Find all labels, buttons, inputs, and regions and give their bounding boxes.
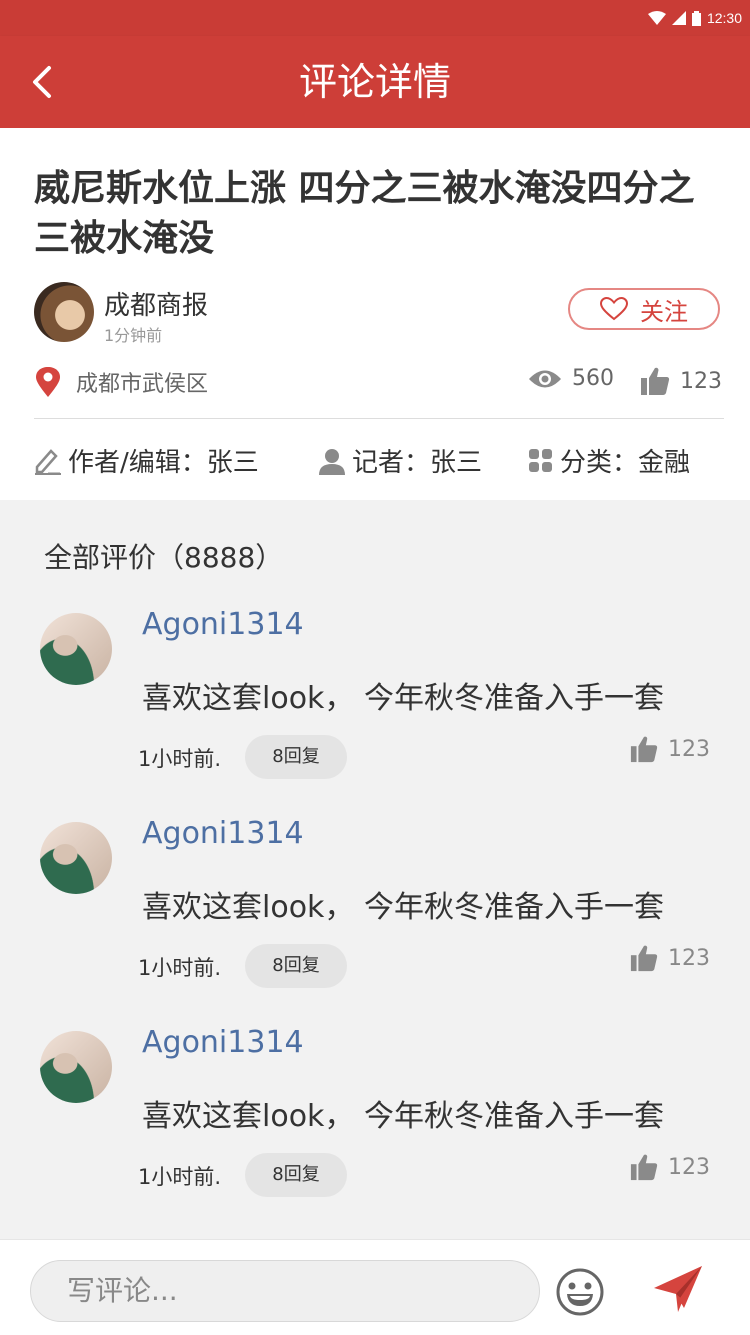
comment-time: 1小时前.	[138, 956, 222, 980]
thumbs-up-icon	[630, 945, 658, 972]
comment-input-bar: 写评论...	[0, 1239, 750, 1335]
eye-icon	[529, 370, 561, 387]
likes-count: 123	[680, 368, 722, 394]
location-pin-icon	[36, 367, 60, 397]
comments-section-title: 全部评价（8888）	[44, 541, 284, 574]
commenter-avatar[interactable]	[40, 613, 112, 685]
reply-count-button[interactable]: 8回复	[245, 944, 347, 988]
comment-text: 喜欢这套look， 今年秋冬准备入手一套	[142, 681, 664, 716]
follow-button[interactable]: 关注	[568, 288, 720, 330]
comment-like-button[interactable]: 123	[630, 1153, 710, 1181]
author-meta: 作者/编辑：张三	[34, 442, 259, 479]
user-icon	[319, 448, 345, 475]
comment-text: 喜欢这套look， 今年秋冬准备入手一套	[142, 890, 664, 925]
commenter-name[interactable]: Agoni1314	[142, 816, 304, 851]
reporter-meta: 记者：张三	[318, 442, 482, 479]
source-avatar[interactable]	[34, 282, 94, 342]
page-title: 评论详情	[298, 60, 451, 104]
views-count: 560	[572, 366, 614, 391]
thumbs-up-icon	[641, 367, 670, 395]
comment-text: 喜欢这套look， 今年秋冬准备入手一套	[142, 1099, 664, 1134]
divider	[34, 418, 724, 419]
likes-stat[interactable]: 123	[640, 366, 722, 396]
follow-label: 关注	[640, 297, 688, 326]
nav-bar: 评论详情	[0, 36, 750, 128]
commenter-avatar[interactable]	[40, 1031, 112, 1103]
comment-like-button[interactable]: 123	[630, 944, 710, 972]
comment-like-count: 123	[668, 945, 710, 971]
comment-item: Agoni1314 喜欢这套look， 今年秋冬准备入手一套 1小时前. 8回复…	[0, 1025, 750, 1231]
location-text: 成都市武侯区	[76, 372, 209, 397]
comment-like-count: 123	[668, 736, 710, 762]
comment-like-count: 123	[668, 1154, 710, 1180]
comment-time: 1小时前.	[138, 747, 222, 771]
location-row: 成都市武侯区 560 123	[34, 364, 724, 398]
category-meta: 分类：金融	[528, 442, 690, 479]
grid-icon	[529, 448, 552, 472]
article-header: 威尼斯水位上涨 四分之三被水淹没四分之三被水淹没 成都商报 1分钟前 关注 成都…	[0, 128, 750, 500]
thumbs-up-icon	[630, 736, 658, 763]
commenter-name[interactable]: Agoni1314	[142, 607, 304, 642]
thumbs-up-icon	[630, 1154, 658, 1181]
reply-count-button[interactable]: 8回复	[245, 735, 347, 779]
status-bar: 12:30	[0, 0, 750, 36]
article-meta-row: 作者/编辑：张三 记者：张三 分类：金融	[34, 442, 724, 480]
category-label: 分类：金融	[560, 448, 691, 478]
views-stat: 560	[528, 366, 614, 391]
battery-icon	[691, 10, 701, 26]
article-headline: 威尼斯水位上涨 四分之三被水淹没四分之三被水淹没	[34, 168, 695, 259]
commenter-name[interactable]: Agoni1314	[142, 1025, 304, 1060]
emoji-icon[interactable]	[555, 1267, 605, 1317]
source-name[interactable]: 成都商报	[104, 285, 208, 322]
heart-icon	[600, 297, 628, 321]
source-time: 1分钟前	[104, 326, 163, 345]
comment-input[interactable]: 写评论...	[30, 1260, 540, 1322]
comment-item: Agoni1314 喜欢这套look， 今年秋冬准备入手一套 1小时前. 8回复…	[0, 816, 750, 1022]
edit-pencil-icon	[35, 448, 61, 475]
reply-count-button[interactable]: 8回复	[245, 1153, 347, 1197]
wifi-icon	[647, 11, 666, 25]
comment-time: 1小时前.	[138, 1165, 222, 1189]
comment-like-button[interactable]: 123	[630, 735, 710, 763]
author-label: 作者/编辑：张三	[68, 448, 259, 478]
comment-item: Agoni1314 喜欢这套look， 今年秋冬准备入手一套 1小时前. 8回复…	[0, 607, 750, 813]
status-icons: 12:30	[647, 8, 742, 28]
reporter-label: 记者：张三	[352, 448, 483, 478]
commenter-avatar[interactable]	[40, 822, 112, 894]
status-time: 12:30	[706, 10, 742, 26]
signal-icon	[671, 11, 686, 25]
send-icon[interactable]	[652, 1264, 704, 1314]
